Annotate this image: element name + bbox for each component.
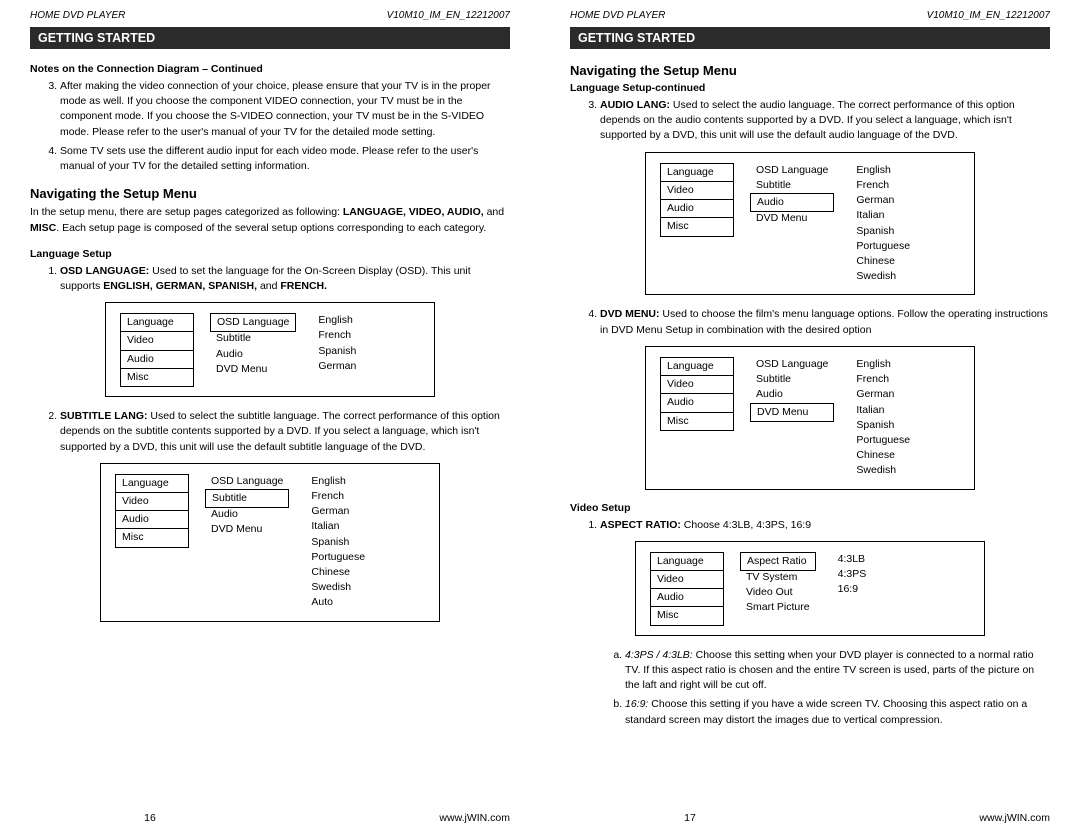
lang-item-3: AUDIO LANG: Used to select the audio lan… [600, 98, 1050, 144]
lang-cont-list-2: DVD MENU: Used to choose the film's menu… [570, 307, 1050, 337]
header-row: HOME DVD PLAYER V10M10_IM_EN_12212007 [570, 10, 1050, 21]
site-url: www.jWIN.com [270, 812, 510, 824]
header-row: HOME DVD PLAYER V10M10_IM_EN_12212007 [30, 10, 510, 21]
page-right: HOME DVD PLAYER V10M10_IM_EN_12212007 GE… [540, 0, 1080, 834]
sub-b: 16:9: Choose this setting if you have a … [625, 697, 1050, 727]
section-bar: GETTING STARTED [570, 27, 1050, 49]
video-setup-list: ASPECT RATIO: Choose 4:3LB, 4:3PS, 16:9 [570, 518, 1050, 533]
diag-col-3: English French Spanish German [312, 313, 362, 386]
nav-intro: In the setup menu, there are setup pages… [30, 205, 510, 235]
section-bar: GETTING STARTED [30, 27, 510, 49]
lang-item-4: DVD MENU: Used to choose the film's menu… [600, 307, 1050, 337]
page-number: 17 [570, 812, 810, 824]
header-right: V10M10_IM_EN_12212007 [387, 10, 510, 21]
nav-heading-r: Navigating the Setup Menu [570, 63, 1050, 78]
diagram-aspect: Language Video Audio Misc Aspect Ratio T… [635, 541, 985, 636]
aspect-sublist: 4:3PS / 4:3LB: Choose this setting when … [570, 648, 1050, 728]
note-3: After making the video connection of you… [60, 79, 510, 140]
diag-col-1: Language Video Audio Misc [120, 313, 194, 386]
page-number: 16 [30, 812, 270, 824]
diagram-audio: Language Video Audio Misc OSD Language S… [645, 152, 975, 296]
notes-list: After making the video connection of you… [30, 79, 510, 174]
diag-col-2: OSD Language Subtitle Audio DVD Menu [210, 313, 296, 386]
header-left: HOME DVD PLAYER [30, 10, 125, 21]
diagram-subtitle: Language Video Audio Misc OSD Language S… [100, 463, 440, 622]
page-left: HOME DVD PLAYER V10M10_IM_EN_12212007 GE… [0, 0, 540, 834]
lang-cont-heading: Language Setup-continued [570, 82, 1050, 94]
sub-a: 4:3PS / 4:3LB: Choose this setting when … [625, 648, 1050, 694]
lang-cont-list: AUDIO LANG: Used to select the audio lan… [570, 98, 1050, 144]
lang-setup-list: OSD LANGUAGE: Used to set the language f… [30, 264, 510, 294]
header-right: V10M10_IM_EN_12212007 [927, 10, 1050, 21]
footer-left: 16 www.jWIN.com [0, 812, 540, 824]
nav-heading: Navigating the Setup Menu [30, 186, 510, 201]
lang-item-2: SUBTITLE LANG: Used to select the subtit… [60, 409, 510, 455]
page-spread: HOME DVD PLAYER V10M10_IM_EN_12212007 GE… [0, 0, 1080, 834]
lang-setup-heading: Language Setup [30, 248, 510, 260]
aspect-item: ASPECT RATIO: Choose 4:3LB, 4:3PS, 16:9 [600, 518, 1050, 533]
header-left: HOME DVD PLAYER [570, 10, 665, 21]
note-4: Some TV sets use the different audio inp… [60, 144, 510, 174]
lang-item-1: OSD LANGUAGE: Used to set the language f… [60, 264, 510, 294]
footer-right: 17 www.jWIN.com [540, 812, 1080, 824]
site-url: www.jWIN.com [810, 812, 1050, 824]
lang-setup-list-2: SUBTITLE LANG: Used to select the subtit… [30, 409, 510, 455]
video-setup-heading: Video Setup [570, 502, 1050, 514]
sub-heading-notes: Notes on the Connection Diagram – Contin… [30, 63, 510, 75]
diagram-dvdmenu: Language Video Audio Misc OSD Language S… [645, 346, 975, 490]
diagram-osd: Language Video Audio Misc OSD Language S… [105, 302, 435, 397]
